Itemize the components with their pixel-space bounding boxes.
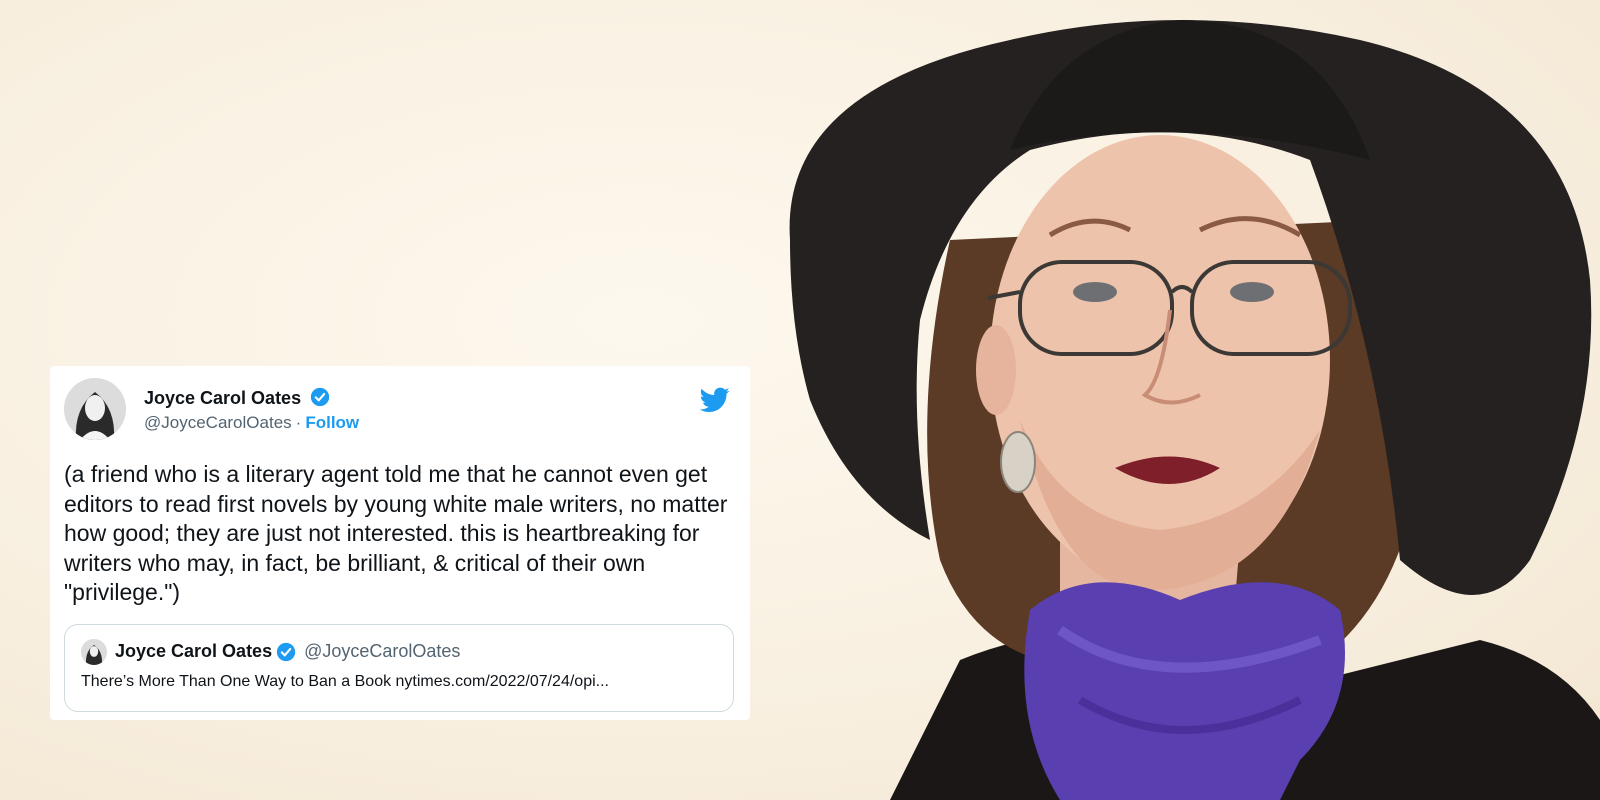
twitter-bird-icon[interactable] [700, 384, 730, 414]
dot-separator: · [295, 413, 302, 432]
quoted-tweet-header: Joyce Carol Oates @JoyceCarolOates [81, 638, 717, 665]
handle-row: @JoyceCarolOates · Follow [144, 413, 359, 433]
quoted-avatar [81, 638, 107, 665]
avatar[interactable] [64, 378, 126, 440]
tweet-header: Joyce Carol Oates @JoyceCarolOates · Follo… [64, 378, 736, 444]
quoted-author-handle: @JoyceCarolOates [304, 641, 461, 661]
quoted-author-name: Joyce Carol Oates [115, 641, 273, 661]
portrait-photo [760, 0, 1600, 800]
follow-button[interactable]: Follow [305, 413, 359, 432]
tweet-card: Joyce Carol Oates @JoyceCarolOates · Follo… [50, 366, 750, 720]
quoted-tweet[interactable]: Joyce Carol Oates @JoyceCarolOates There… [64, 623, 734, 712]
verified-badge-icon [276, 642, 296, 661]
author-handle[interactable]: @JoyceCarolOates [144, 413, 292, 432]
tweet-text: (a friend who is a literary agent told m… [64, 461, 728, 605]
verified-badge-icon [310, 387, 330, 407]
quoted-tweet-text: There’s More Than One Way to Ban a Book … [81, 672, 609, 690]
author-name[interactable]: Joyce Carol Oates [144, 388, 301, 408]
author-name-row[interactable]: Joyce Carol Oates [144, 387, 330, 409]
